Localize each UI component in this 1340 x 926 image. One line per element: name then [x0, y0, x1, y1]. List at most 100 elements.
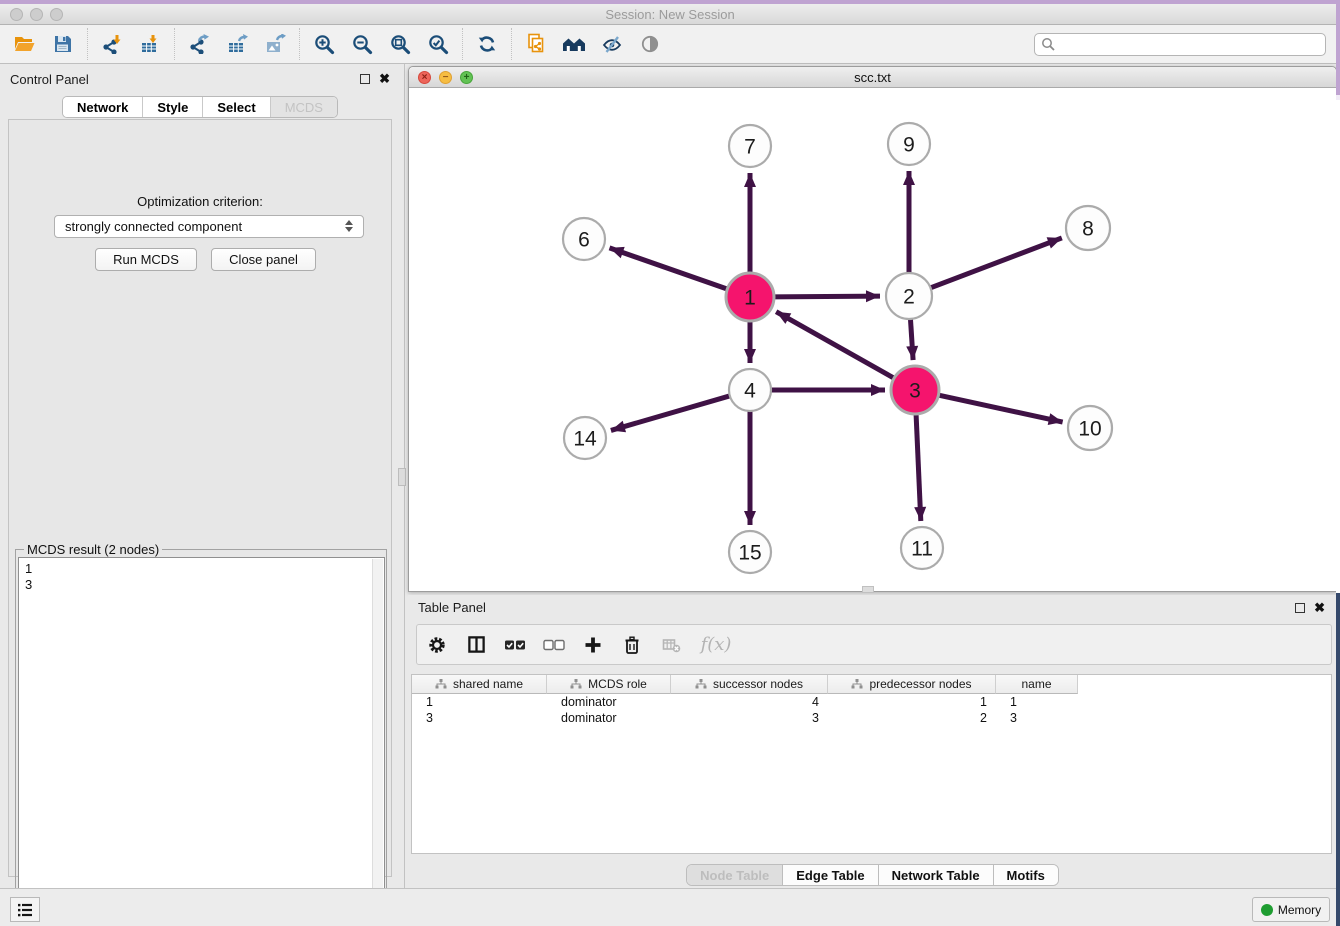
- column-label: name: [1021, 677, 1051, 691]
- graph-node-6[interactable]: 6: [563, 218, 605, 260]
- table-settings-button[interactable]: [426, 634, 448, 656]
- graph-node-7[interactable]: 7: [729, 125, 771, 167]
- task-history-button[interactable]: [10, 897, 40, 922]
- tab-node-table[interactable]: Node Table: [687, 865, 783, 885]
- graph-node-1[interactable]: 1: [726, 273, 774, 321]
- criterion-select[interactable]: strongly connected component: [54, 215, 364, 238]
- split-columns-icon: [467, 635, 486, 654]
- network-window-title: scc.txt: [409, 70, 1336, 85]
- export-image-button[interactable]: [256, 27, 294, 61]
- column-tree-icon: [570, 679, 582, 689]
- column-header-MCDS-role[interactable]: MCDS role: [547, 675, 671, 694]
- import-table-icon: [140, 34, 160, 54]
- delete-table-icon: [662, 636, 681, 654]
- hide-graphics-button[interactable]: [593, 27, 631, 61]
- close-panel-icon[interactable]: ✖: [1314, 602, 1325, 614]
- tab-mcds[interactable]: MCDS: [271, 97, 337, 117]
- horizontal-splitter-grip[interactable]: [862, 586, 874, 593]
- network-canvas[interactable]: 7 9 6 8 1 2 4 3 14 10 15 11: [409, 88, 1336, 591]
- zoom-in-button[interactable]: [305, 27, 343, 61]
- table-cell: 2: [828, 710, 996, 726]
- export-network-icon: [189, 34, 209, 54]
- graph-edge-2-8: [929, 238, 1062, 289]
- mcds-result-text[interactable]: 13: [18, 557, 385, 918]
- function-builder-button: f(x): [699, 634, 733, 656]
- close-panel-button[interactable]: Close panel: [211, 248, 316, 271]
- table-row[interactable]: 1dominator411: [412, 694, 1331, 710]
- open-session-button[interactable]: [6, 27, 44, 61]
- select-all-columns-button[interactable]: [504, 634, 526, 656]
- tab-network-table[interactable]: Network Table: [879, 865, 994, 885]
- unselect-all-columns-button[interactable]: [543, 634, 565, 656]
- eye-slash-icon: [602, 35, 623, 54]
- run-mcds-button[interactable]: Run MCDS: [95, 248, 197, 271]
- zoom-selected-icon: [428, 34, 449, 55]
- delete-table-button: [660, 634, 682, 656]
- graph-node-14[interactable]: 14: [564, 417, 606, 459]
- graph-node-3[interactable]: 3: [891, 366, 939, 414]
- vertical-splitter-grip[interactable]: [398, 468, 406, 486]
- open-folder-icon: [14, 34, 36, 54]
- close-panel-icon[interactable]: ✖: [379, 73, 390, 85]
- graph-node-10[interactable]: 10: [1068, 406, 1112, 450]
- tab-edge-table[interactable]: Edge Table: [783, 865, 878, 885]
- mcds-panel: Optimization criterion: strongly connect…: [8, 119, 392, 877]
- column-header-predecessor-nodes[interactable]: predecessor nodes: [828, 675, 996, 694]
- memory-label: Memory: [1278, 903, 1321, 917]
- graph-node-4[interactable]: 4: [729, 369, 771, 411]
- column-label: predecessor nodes: [869, 677, 971, 691]
- unchecked-checkboxes-icon: [543, 639, 565, 651]
- show-column-panel-button[interactable]: [465, 634, 487, 656]
- network-window-titlebar[interactable]: × − + scc.txt: [409, 67, 1336, 88]
- tab-motifs[interactable]: Motifs: [994, 865, 1058, 885]
- zoom-selected-button[interactable]: [419, 27, 457, 61]
- save-session-button[interactable]: [44, 27, 82, 61]
- column-header-name[interactable]: name: [996, 675, 1078, 694]
- graph-edge-1-6: [609, 248, 729, 290]
- column-header-successor-nodes[interactable]: successor nodes: [671, 675, 828, 694]
- float-panel-icon[interactable]: [1295, 603, 1305, 613]
- graph-node-9[interactable]: 9: [888, 123, 930, 165]
- graph-node-11[interactable]: 11: [901, 527, 943, 569]
- table-row[interactable]: 3dominator323: [412, 710, 1331, 726]
- toolbar-separator: [174, 28, 175, 60]
- memory-button[interactable]: Memory: [1252, 897, 1330, 922]
- graph-node-8[interactable]: 8: [1066, 206, 1110, 250]
- zoom-out-button[interactable]: [343, 27, 381, 61]
- scrollbar-track[interactable]: [372, 559, 383, 918]
- graph-edge-3-1: [776, 312, 896, 379]
- search-field[interactable]: [1034, 33, 1326, 56]
- column-header-shared-name[interactable]: shared name: [412, 675, 547, 694]
- export-network-button[interactable]: [180, 27, 218, 61]
- checked-checkboxes-icon: [504, 639, 526, 651]
- svg-text:15: 15: [738, 542, 761, 565]
- graph-node-15[interactable]: 15: [729, 531, 771, 573]
- table-cell: 3: [671, 710, 828, 726]
- create-column-button[interactable]: [582, 634, 604, 656]
- clone-network-button[interactable]: [517, 27, 555, 61]
- graph-edge-4-14: [611, 395, 732, 430]
- table-body: 1dominator4113dominator323: [412, 694, 1331, 726]
- column-tree-icon: [435, 679, 447, 689]
- import-table-button[interactable]: [131, 27, 169, 61]
- nested-networks-button[interactable]: [555, 27, 593, 61]
- float-panel-icon[interactable]: [360, 74, 370, 84]
- column-label: MCDS role: [588, 677, 647, 691]
- toolbar-separator: [511, 28, 512, 60]
- zoom-in-icon: [314, 34, 335, 55]
- zoom-fit-button[interactable]: [381, 27, 419, 61]
- svg-text:10: 10: [1078, 418, 1101, 441]
- delete-column-button[interactable]: [621, 634, 643, 656]
- desktop-edge-top: [0, 0, 1340, 4]
- tab-network[interactable]: Network: [63, 97, 143, 117]
- table-cell: 3: [996, 710, 1078, 726]
- show-graphics-button: [631, 27, 669, 61]
- import-network-icon: [102, 34, 122, 54]
- export-table-button[interactable]: [218, 27, 256, 61]
- tab-style[interactable]: Style: [143, 97, 203, 117]
- import-network-button[interactable]: [93, 27, 131, 61]
- search-input[interactable]: [1055, 35, 1325, 54]
- apply-layout-button[interactable]: [468, 27, 506, 61]
- tab-select[interactable]: Select: [203, 97, 270, 117]
- graph-node-2[interactable]: 2: [886, 273, 932, 319]
